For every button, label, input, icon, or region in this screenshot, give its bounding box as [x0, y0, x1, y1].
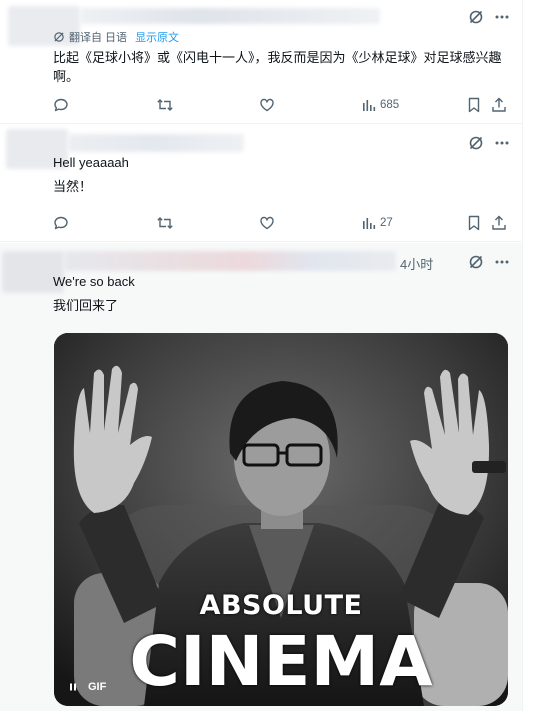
tweet-text: 比起《足球小将》或《闪电十一人》，我反而是因为《少林足球》对足球感兴趣啊。 [53, 50, 502, 84]
reply-icon [54, 216, 68, 230]
tweet-1[interactable]: 翻译自 日语 显示原文 比起《足球小将》或《闪电十一人》，我反而是因为《少林足球… [0, 0, 522, 124]
pause-icon[interactable] [68, 682, 78, 692]
grok-slash-icon[interactable] [468, 9, 484, 25]
tweet-1-top-icons [468, 9, 510, 25]
tweet-translated-text: 当然！ [53, 179, 93, 194]
tweet-2[interactable]: Hell yeaaaah 当然！ 27 [0, 125, 522, 242]
share-button[interactable] [491, 213, 507, 233]
retweet-icon [157, 217, 173, 229]
views-icon [363, 100, 376, 111]
views-count: 685 [380, 99, 400, 111]
reply-button[interactable] [53, 213, 69, 233]
like-button[interactable] [259, 213, 275, 233]
caption-cinema: CINEMA [129, 622, 433, 702]
tweet-actions: 685 [53, 95, 508, 115]
reply-button[interactable] [53, 95, 69, 115]
right-gutter [522, 0, 550, 711]
tweet-3-top-icons [468, 254, 510, 270]
more-icon[interactable] [494, 135, 510, 151]
views-icon [363, 218, 376, 229]
like-icon [260, 216, 274, 230]
bookmark-icon [468, 97, 480, 113]
gif-controls: GIF [68, 681, 106, 693]
views-count: 27 [380, 217, 393, 229]
translation-notice: 翻译自 日语 显示原文 [53, 29, 179, 45]
retweet-button[interactable] [156, 213, 174, 233]
more-icon[interactable] [494, 9, 510, 25]
timeline-feed: 翻译自 日语 显示原文 比起《足球小将》或《闪电十一人》，我反而是因为《少林足球… [0, 0, 550, 711]
views-button[interactable]: 685 [362, 95, 399, 115]
reply-icon [54, 98, 68, 112]
bookmark-icon [468, 215, 480, 231]
more-icon[interactable] [494, 254, 510, 270]
caption-absolute: ABSOLUTE [199, 590, 363, 621]
like-button[interactable] [259, 95, 275, 115]
like-icon [260, 98, 274, 112]
grok-slash-icon[interactable] [468, 254, 484, 270]
show-original-link[interactable]: 显示原文 [135, 29, 179, 45]
tweet-translated-text: 我们回来了 [53, 298, 119, 313]
share-button[interactable] [491, 95, 507, 115]
translate-icon [53, 31, 65, 43]
bookmark-button[interactable] [467, 213, 481, 233]
share-icon [492, 215, 506, 230]
author-name-redacted [64, 251, 396, 271]
bookmark-button[interactable] [467, 95, 481, 115]
retweet-button[interactable] [156, 95, 174, 115]
gif-badge: GIF [88, 681, 107, 693]
gif-media[interactable]: ABSOLUTE CINEMA GIF [54, 333, 508, 706]
share-icon [492, 97, 506, 112]
translation-label: 翻译自 日语 [69, 32, 128, 44]
tweet-2-top-icons [468, 135, 510, 151]
tweet-original-text: Hell yeaaaah [53, 155, 129, 170]
tweet-actions: 27 [53, 213, 508, 233]
author-name-redacted [68, 134, 244, 152]
grok-slash-icon[interactable] [468, 135, 484, 151]
tweet-original-text: We're so back [53, 274, 135, 289]
author-name-redacted [80, 8, 380, 24]
views-button[interactable]: 27 [362, 213, 393, 233]
retweet-icon [157, 99, 173, 111]
tweet-time[interactable]: 4小时 [400, 254, 433, 273]
